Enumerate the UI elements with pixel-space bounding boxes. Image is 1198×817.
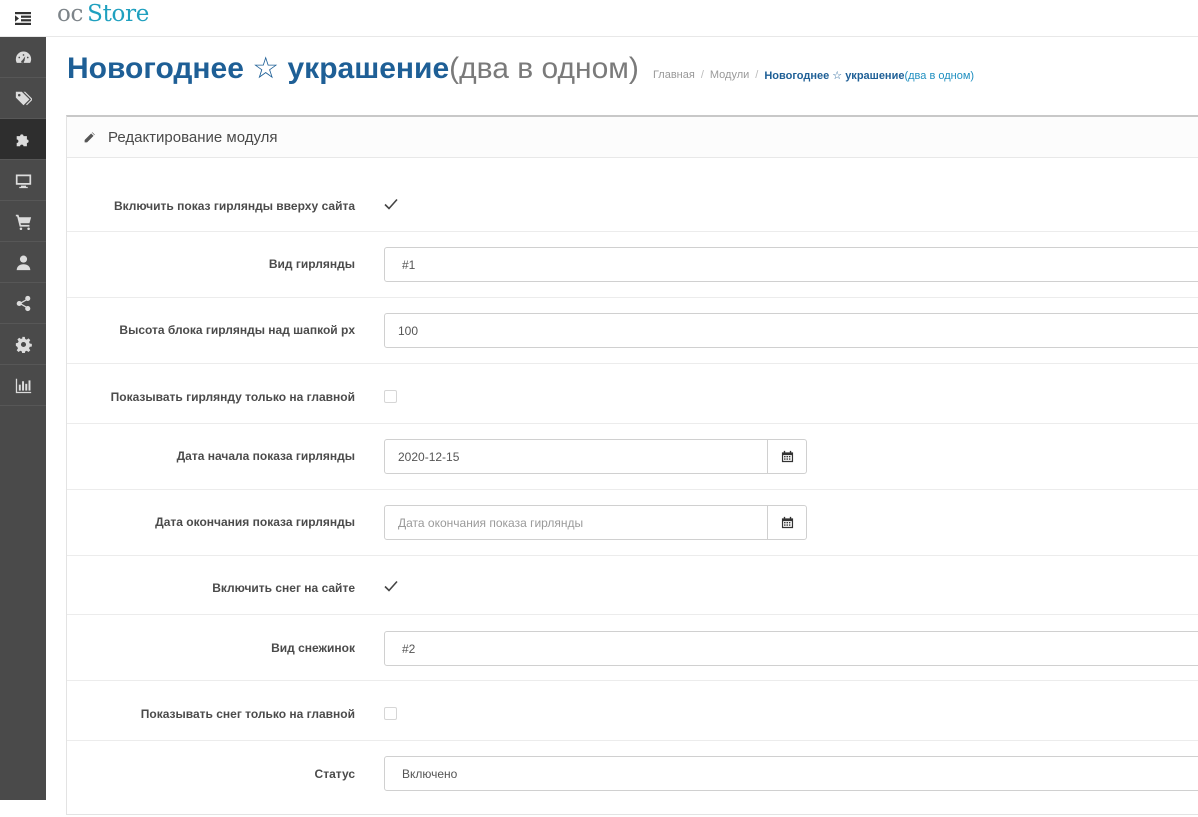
snow-type-label: Вид снежинок [271,641,355,655]
panel-title: Редактирование модуля [108,128,278,146]
garland-type-select[interactable]: #1 [384,247,1198,282]
garland-start-label: Дата начала показа гирлянды [176,449,355,463]
status-value: Включено [402,766,458,781]
garland-home-only-checkbox[interactable] [384,390,397,403]
breadcrumb: Главная / Модули / Новогоднее ☆ украшени… [653,69,974,82]
garland-home-only-label: Показывать гирлянду только на главной [110,390,355,404]
breadcrumb-modules[interactable]: Модули [710,69,749,82]
form-row-snow-home-only: Показывать снег только на главной [67,681,1198,741]
page-title-main: Новогоднее ☆ украшение [67,52,450,85]
breadcrumb-current-main: Новогоднее ☆ украшение [764,70,905,82]
status-label: Статус [314,767,355,781]
form-row-snow-type: Вид снежинок #2 [67,615,1198,681]
status-select[interactable]: Включено [384,756,1198,791]
pencil-icon [84,131,95,142]
snow-type-value: #2 [402,641,416,656]
garland-end-calendar-button[interactable] [767,505,807,540]
form-row-garland-end: Дата окончания показа гирлянды Дата окон… [67,490,1198,556]
breadcrumb-separator: / [700,69,704,81]
sidebar [0,37,46,800]
breadcrumb-current-sub: (два в одном) [904,70,975,82]
cog-icon [15,336,32,353]
checkmark-icon [384,580,398,592]
snow-enable-checkbox[interactable] [384,579,398,592]
snow-home-only-label: Показывать снег только на главной [140,707,355,721]
desktop-icon [15,174,31,188]
snow-enable-label: Включить снег на сайте [212,581,355,595]
checkmark-icon [384,198,398,210]
form-row-status: Статус Включено [67,741,1198,817]
snow-home-only-checkbox[interactable] [384,707,397,720]
sidebar-item-catalog[interactable] [0,78,46,119]
page-header: Новогоднее ☆ украшение(два в одном) Глав… [67,51,974,91]
puzzle-icon [16,133,29,146]
garland-height-label: Высота блока гирлянды над шапкой px [119,323,355,337]
sidebar-item-design[interactable] [0,160,46,201]
bar-chart-icon [15,378,31,393]
garland-type-label: Вид гирлянды [268,257,355,271]
garland-type-value: #1 [402,257,416,272]
form-row-garland-home-only: Показывать гирлянду только на главной [67,364,1198,424]
sidebar-item-marketing[interactable] [0,283,46,324]
indent-menu-icon [15,12,31,25]
form-row-garland-start: Дата начала показа гирлянды 2020-12-15 [67,424,1198,490]
sidebar-item-system[interactable] [0,324,46,365]
garland-end-label: Дата окончания показа гирлянды [155,515,355,529]
garland-end-placeholder: Дата окончания показа гирлянды [398,515,584,530]
form-row-garland-type: Вид гирлянды #1 [67,232,1198,298]
garland-height-input[interactable]: 100 [384,313,1198,348]
share-icon [16,295,30,311]
form-row-snow-enable: Включить снег на сайте [67,556,1198,615]
logo-store: Store [87,1,150,27]
page-title-sub: (два в одном) [449,52,639,85]
garland-enable-label: Включить показ гирлянды вверху сайта [113,199,355,213]
calendar-icon [781,516,793,529]
snow-type-select[interactable]: #2 [384,631,1198,666]
garland-height-value: 100 [398,323,419,338]
breadcrumb-separator: / [755,69,759,81]
garland-start-value: 2020-12-15 [398,449,460,464]
store-logo[interactable]: oc Store [57,1,149,27]
logo-oc: oc [57,1,84,27]
dashboard-icon [15,51,31,63]
top-header: oc Store [0,0,1198,37]
form-row-garland-enable: Включить показ гирлянды вверху сайта [67,158,1198,232]
garland-start-date-input[interactable]: 2020-12-15 [384,439,768,474]
user-icon [16,255,30,270]
cart-icon [15,214,31,230]
menu-toggle-button[interactable] [0,0,46,37]
sidebar-item-reports[interactable] [0,365,46,406]
sidebar-item-extensions[interactable] [0,119,46,160]
calendar-icon [781,450,793,463]
breadcrumb-home[interactable]: Главная [653,69,695,82]
panel-heading: Редактирование модуля [67,117,1198,158]
garland-start-calendar-button[interactable] [767,439,807,474]
sidebar-item-customers[interactable] [0,242,46,283]
breadcrumb-current[interactable]: Новогоднее ☆ украшение(два в одном) [764,69,974,82]
tags-icon [15,91,32,105]
form-row-garland-height: Высота блока гирлянды над шапкой px 100 [67,298,1198,364]
page-title: Новогоднее ☆ украшение(два в одном) [67,51,639,86]
sidebar-item-sales[interactable] [0,201,46,242]
garland-end-date-input[interactable]: Дата окончания показа гирлянды [384,505,768,540]
sidebar-item-dashboard[interactable] [0,37,46,78]
edit-module-panel: Редактирование модуля Включить показ гир… [66,115,1198,815]
garland-enable-checkbox[interactable] [384,197,398,210]
